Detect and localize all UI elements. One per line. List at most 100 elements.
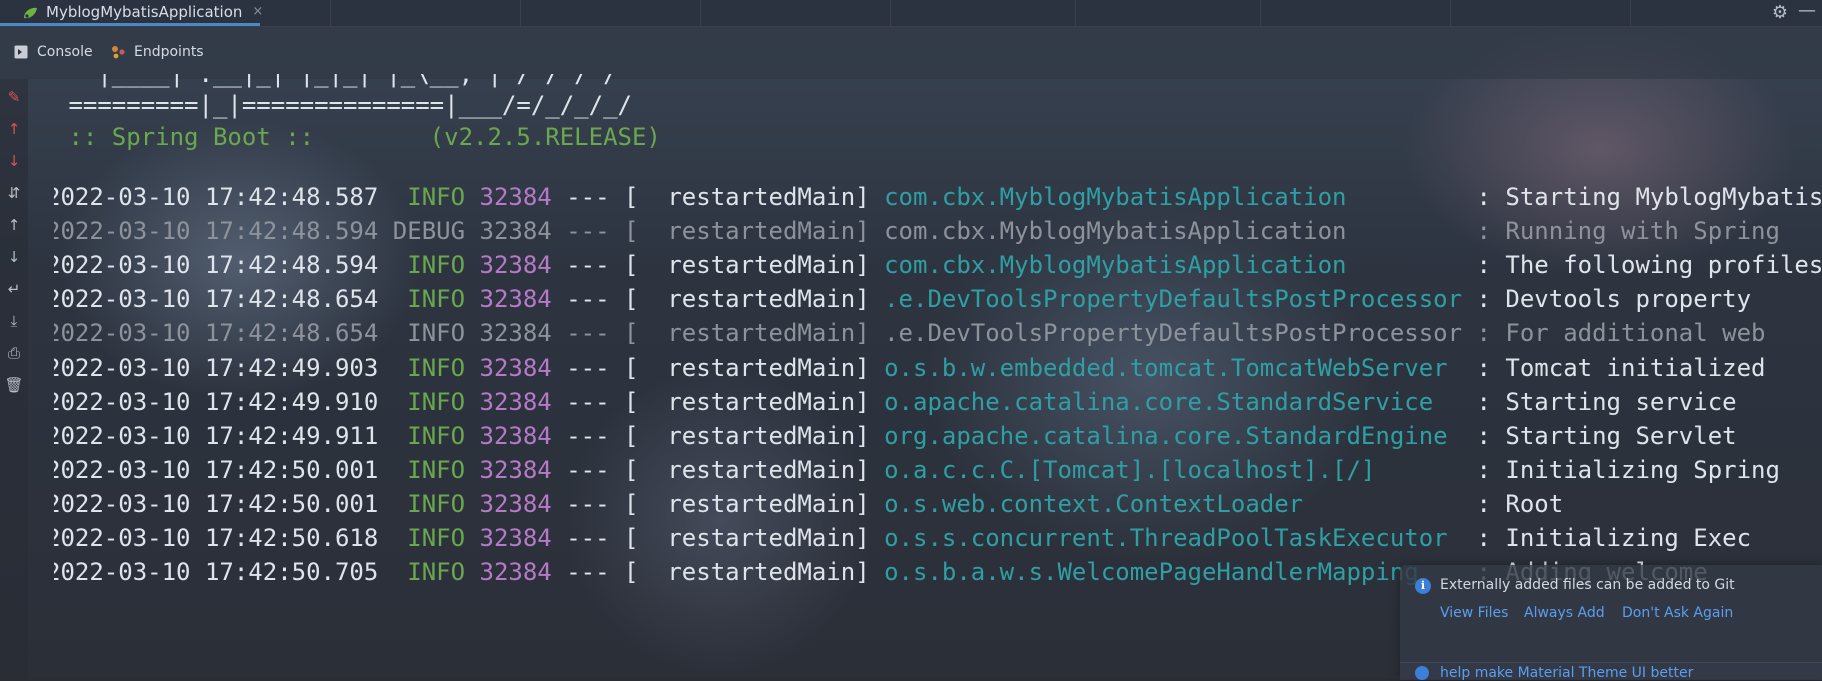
log-line: 2022-03-10 17:42:50.001 INFO 32384 --- [… (54, 488, 1563, 520)
endpoints-icon (112, 46, 125, 59)
minimize-icon[interactable]: — (1798, 0, 1816, 21)
log-level: INFO (392, 353, 466, 382)
dont-ask-again-link[interactable]: Don't Ask Again (1622, 605, 1733, 621)
log-logger: .e.DevToolsPropertyDefaultsPostProcessor (869, 319, 1463, 348)
log-level: INFO (392, 319, 466, 348)
run-tab-title: MyblogMybatisApplication (46, 2, 243, 21)
log-timestamp: 2022-03-10 17:42:48.594 (54, 217, 379, 246)
always-add-link[interactable]: Always Add (1524, 605, 1605, 621)
log-line: 2022-03-10 17:42:48.594 INFO 32384 --- [… (54, 249, 1822, 281)
log-level: INFO (392, 251, 466, 280)
log-thread: restartedMain] (638, 217, 870, 246)
log-message: : Tomcat initialized (1462, 353, 1766, 382)
log-level: INFO (392, 524, 466, 552)
log-thread: restartedMain] (638, 421, 870, 450)
up-stack-icon[interactable]: ↑ (4, 119, 24, 139)
log-separator: --- [ (551, 524, 639, 552)
log-pid: 32384 (479, 558, 552, 587)
log-logger: o.s.web.context.ContextLoader (869, 489, 1463, 518)
run-tab-bar: MyblogMybatisApplication × ⚙ — (0, 0, 1822, 27)
log-logger: org.apache.catalina.core.StandardEngine (869, 421, 1463, 450)
tab-endpoints[interactable]: Endpoints (111, 44, 204, 60)
log-thread: restartedMain] (638, 489, 870, 518)
sort-icon[interactable]: ⇵ (4, 183, 24, 203)
log-separator: --- [ (551, 455, 639, 484)
log-pid: 32384 (479, 455, 552, 484)
down-stack-icon[interactable]: ↓ (4, 151, 24, 171)
view-files-link[interactable]: View Files (1440, 605, 1508, 621)
log-thread: restartedMain] (638, 183, 870, 211)
log-timestamp: 2022-03-10 17:42:49.903 (54, 353, 379, 382)
log-level: INFO (392, 421, 466, 450)
log-pid: 32384 (479, 353, 552, 382)
log-timestamp: 2022-03-10 17:42:48.587 (54, 183, 379, 211)
run-tab[interactable]: MyblogMybatisApplication × (0, 0, 263, 26)
log-timestamp: 2022-03-10 17:42:49.910 (54, 387, 379, 416)
log-separator: --- [ (551, 353, 639, 382)
soft-wrap-icon[interactable]: ↵ (4, 279, 24, 299)
log-line: 2022-03-10 17:42:49.911 INFO 32384 --- [… (54, 420, 1737, 452)
console-toolbar: ✎ ↑ ↓ ⇵ ↑ ↓ ↵ ⤓ ⎙ 🗑 (0, 79, 28, 679)
log-logger: com.cbx.MyblogMybatisApplication (869, 251, 1463, 280)
log-thread: restartedMain] (638, 455, 870, 484)
log-separator: --- [ (551, 319, 639, 348)
log-message: : Devtools property (1462, 285, 1752, 314)
log-timestamp: 2022-03-10 17:42:49.911 (54, 421, 379, 450)
log-message: : Starting service (1462, 387, 1737, 416)
log-pid: 32384 (479, 387, 552, 416)
log-line: 2022-03-10 17:42:48.587 INFO 32384 --- [… (54, 181, 1822, 213)
log-separator: --- [ (551, 558, 639, 587)
scroll-to-end-icon[interactable]: ⤓ (4, 311, 24, 331)
spring-boot-version-line: :: Spring Boot :: (v2.2.5.RELEASE) (54, 123, 661, 151)
print-icon[interactable]: ⎙ (4, 343, 24, 363)
clear-edit-icon[interactable]: ✎ (4, 87, 24, 107)
tab-separator (330, 0, 331, 26)
log-timestamp: 2022-03-10 17:42:50.618 (54, 524, 379, 552)
log-line: 2022-03-10 17:42:49.903 INFO 32384 --- [… (54, 352, 1766, 384)
log-pid: 32384 (479, 489, 552, 518)
log-logger: .e.DevToolsPropertyDefaultsPostProcessor (869, 285, 1463, 314)
log-logger: com.cbx.MyblogMybatisApplication (869, 217, 1463, 246)
log-separator: --- [ (551, 251, 639, 280)
log-timestamp: 2022-03-10 17:42:48.654 (54, 319, 379, 348)
log-message: : Initializing Spring (1462, 455, 1780, 484)
log-pid: 32384 (479, 183, 552, 211)
tab-separator (1630, 0, 1631, 26)
tab-console-label: Console (37, 44, 93, 60)
log-line: 2022-03-10 17:42:49.910 INFO 32384 --- [… (54, 386, 1737, 418)
log-timestamp: 2022-03-10 17:42:50.001 (54, 489, 379, 518)
log-separator: --- [ (551, 387, 639, 416)
log-pid: 32384 (479, 251, 552, 280)
tab-separator (520, 0, 521, 26)
banner-line: =========|_|==============|___/=/_/_/_/ (54, 91, 632, 119)
log-level: INFO (392, 387, 466, 416)
log-thread: restartedMain] (638, 353, 870, 382)
log-line: 2022-03-10 17:42:50.618 INFO 32384 --- [… (54, 522, 1751, 554)
log-logger: o.s.b.w.embedded.tomcat.TomcatWebServer (869, 353, 1463, 382)
log-logger: com.cbx.MyblogMybatisApplication (869, 183, 1463, 211)
log-separator: --- [ (551, 421, 639, 450)
log-logger: o.apache.catalina.core.StandardService (869, 387, 1463, 416)
gear-icon[interactable]: ⚙ (1772, 2, 1788, 23)
log-thread: restartedMain] (638, 319, 870, 348)
log-level: INFO (392, 489, 466, 518)
log-level: INFO (392, 183, 466, 211)
scroll-up-icon[interactable]: ↑ (4, 215, 24, 235)
tab-separator (1450, 0, 1451, 26)
scroll-down-icon[interactable]: ↓ (4, 247, 24, 267)
log-level: INFO (392, 558, 466, 587)
log-logger: o.a.c.c.C.[Tomcat].[localhost].[/] (869, 455, 1463, 484)
log-thread: restartedMain] (638, 387, 870, 416)
log-level: DEBUG (392, 217, 466, 246)
tab-console[interactable]: Console (14, 44, 93, 60)
log-separator: --- [ (551, 217, 639, 246)
log-pid: 32384 (479, 319, 552, 348)
info-icon (1415, 666, 1429, 680)
info-icon: i (1415, 578, 1431, 594)
log-pid: 32384 (479, 217, 552, 246)
log-timestamp: 2022-03-10 17:42:50.001 (54, 455, 379, 484)
tab-separator (700, 0, 701, 26)
close-icon[interactable]: × (252, 4, 263, 19)
trash-icon[interactable]: 🗑 (4, 375, 24, 395)
log-logger: o.s.s.concurrent.ThreadPoolTaskExecutor (869, 524, 1463, 552)
